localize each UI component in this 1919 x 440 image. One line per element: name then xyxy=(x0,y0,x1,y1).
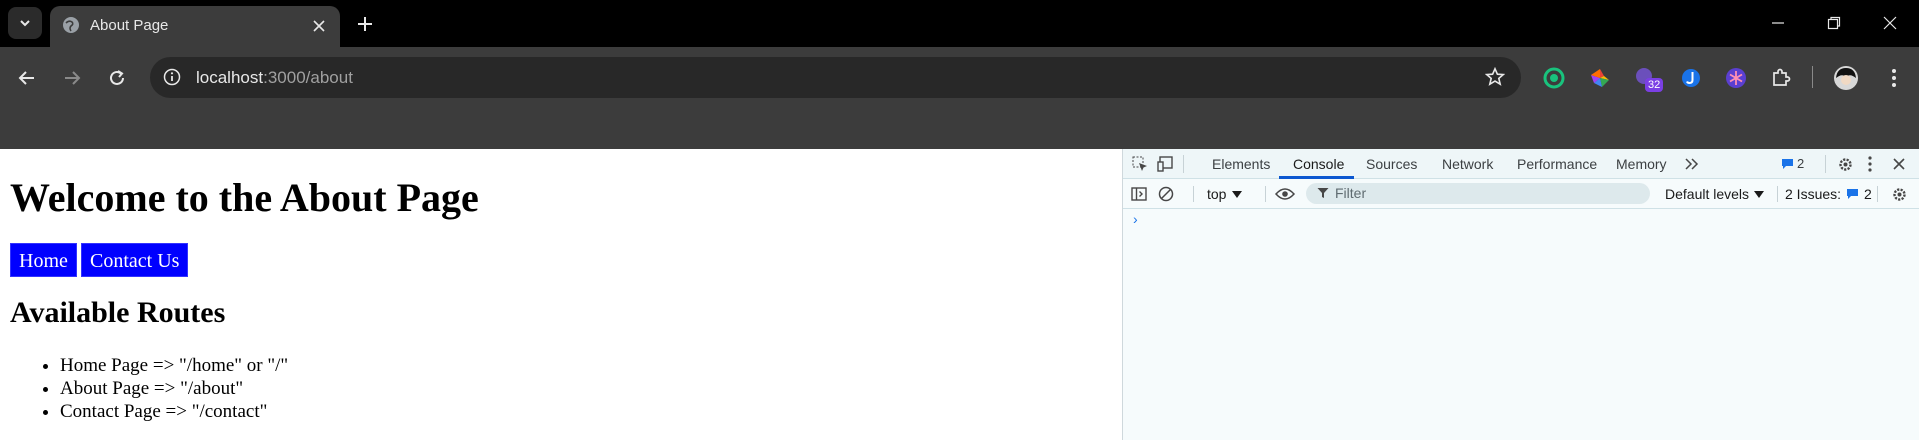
device-toolbar-icon[interactable] xyxy=(1157,155,1175,173)
tab-performance[interactable]: Performance xyxy=(1517,155,1597,173)
plus-icon xyxy=(358,17,372,31)
inspect-element-icon[interactable] xyxy=(1131,155,1149,173)
message-icon xyxy=(1782,158,1793,169)
bookmark-star-icon[interactable] xyxy=(1485,67,1505,87)
reload-button[interactable] xyxy=(102,63,132,93)
bookmarks-bar-area xyxy=(0,107,1919,149)
console-settings-gear-icon[interactable] xyxy=(1889,184,1909,204)
toolbar-divider xyxy=(1193,186,1194,202)
tab-close-icon[interactable] xyxy=(308,15,330,37)
minimize-button[interactable] xyxy=(1764,10,1792,36)
toolbar-divider xyxy=(1877,186,1878,202)
filter-funnel-icon xyxy=(1317,188,1329,198)
console-prompt[interactable]: › xyxy=(1133,211,1138,227)
live-expression-eye-icon[interactable] xyxy=(1274,185,1296,203)
list-item: About Page => "/about" xyxy=(60,377,288,400)
arrow-left-icon xyxy=(18,71,34,85)
minimize-icon xyxy=(1772,22,1784,24)
extension-badge-icon[interactable]: 32 xyxy=(1632,64,1664,92)
restore-button[interactable] xyxy=(1820,10,1848,36)
messages-badge[interactable]: 2 xyxy=(1781,156,1804,171)
console-toolbar: top Filter Default levels 2 Issues: 2 xyxy=(1123,179,1919,209)
home-button[interactable]: Home xyxy=(10,243,77,277)
extensions-puzzle-icon[interactable] xyxy=(1767,64,1795,92)
tab-title: About Page xyxy=(90,17,169,34)
restore-icon xyxy=(1827,16,1841,30)
reload-icon xyxy=(110,70,124,85)
url-host: localhost xyxy=(196,68,264,87)
list-item: Contact Page => "/contact" xyxy=(60,400,288,423)
back-button[interactable] xyxy=(12,63,42,93)
list-item: Home Page => "/home" or "/" xyxy=(60,354,288,377)
issues-label: 2 Issues: xyxy=(1785,186,1842,202)
context-value: top xyxy=(1207,186,1227,202)
close-window-button[interactable] xyxy=(1876,10,1904,36)
devtools-menu-icon[interactable] xyxy=(1863,154,1877,174)
url-text[interactable]: localhost:3000/about xyxy=(196,68,353,88)
log-levels-value: Default levels xyxy=(1665,186,1750,202)
toolbar-divider xyxy=(1777,186,1778,202)
devtools-tab-bar: Elements Console Sources Network Perform… xyxy=(1123,149,1919,179)
tab-divider xyxy=(1183,155,1184,173)
globe-icon xyxy=(63,17,79,33)
toolbar-divider xyxy=(1265,186,1266,202)
tab-memory[interactable]: Memory xyxy=(1616,155,1667,173)
tab-sources[interactable]: Sources xyxy=(1366,155,1417,173)
issues-counter[interactable]: 2 Issues: 2 xyxy=(1785,186,1872,202)
console-filter-input[interactable]: Filter xyxy=(1306,183,1650,204)
extension-snowflake-icon[interactable] xyxy=(1722,64,1750,92)
url-path: :3000/about xyxy=(263,68,353,87)
issue-message-icon xyxy=(1847,189,1859,199)
forward-button[interactable] xyxy=(57,63,87,93)
clear-console-icon[interactable] xyxy=(1157,185,1175,203)
sidebar-toggle-icon[interactable] xyxy=(1130,185,1148,203)
more-tabs-chevron-icon[interactable] xyxy=(1684,155,1700,173)
extension-j-icon[interactable] xyxy=(1677,64,1705,92)
contact-us-button[interactable]: Contact Us xyxy=(81,243,189,277)
dropdown-arrow-icon xyxy=(1232,190,1243,198)
profile-avatar[interactable] xyxy=(1832,64,1860,92)
routes-heading: Available Routes xyxy=(10,296,226,329)
tab-console[interactable]: Console xyxy=(1293,155,1344,173)
arrow-right-icon xyxy=(65,71,81,85)
new-tab-button[interactable] xyxy=(352,11,378,37)
more-menu-icon[interactable] xyxy=(1880,64,1908,92)
browser-toolbar: localhost:3000/about 32 xyxy=(0,47,1919,107)
extension-chatgpt-icon[interactable] xyxy=(1540,64,1568,92)
site-info-icon[interactable] xyxy=(163,68,181,86)
tab-strip: About Page xyxy=(0,0,1919,47)
filter-placeholder: Filter xyxy=(1335,185,1367,201)
devtools-panel: Elements Console Sources Network Perform… xyxy=(1122,149,1919,440)
extension-colorful-icon[interactable] xyxy=(1586,64,1614,92)
address-bar[interactable]: localhost:3000/about xyxy=(150,57,1521,98)
settings-gear-icon[interactable] xyxy=(1835,154,1855,174)
context-selector[interactable]: top xyxy=(1207,186,1243,202)
page-heading: Welcome to the About Page xyxy=(10,175,479,220)
tab-search-button[interactable] xyxy=(8,7,42,39)
issues-count: 2 xyxy=(1864,186,1872,202)
browser-tab[interactable]: About Page xyxy=(50,6,340,47)
dropdown-arrow-icon xyxy=(1754,190,1765,198)
close-icon xyxy=(1883,16,1897,30)
tab-elements[interactable]: Elements xyxy=(1212,155,1270,173)
page-viewport: Welcome to the About Page Home Contact U… xyxy=(0,149,1122,440)
log-levels-dropdown[interactable]: Default levels xyxy=(1665,186,1765,202)
tab-network[interactable]: Network xyxy=(1442,155,1493,173)
chevron-down-icon xyxy=(20,20,30,27)
extension-badge-count: 32 xyxy=(1645,78,1664,92)
messages-count: 2 xyxy=(1797,156,1805,171)
toolbar-divider xyxy=(1812,66,1813,88)
close-devtools-icon[interactable] xyxy=(1889,154,1909,174)
routes-list: Home Page => "/home" or "/" About Page =… xyxy=(0,354,288,423)
tab-divider xyxy=(1825,155,1826,173)
